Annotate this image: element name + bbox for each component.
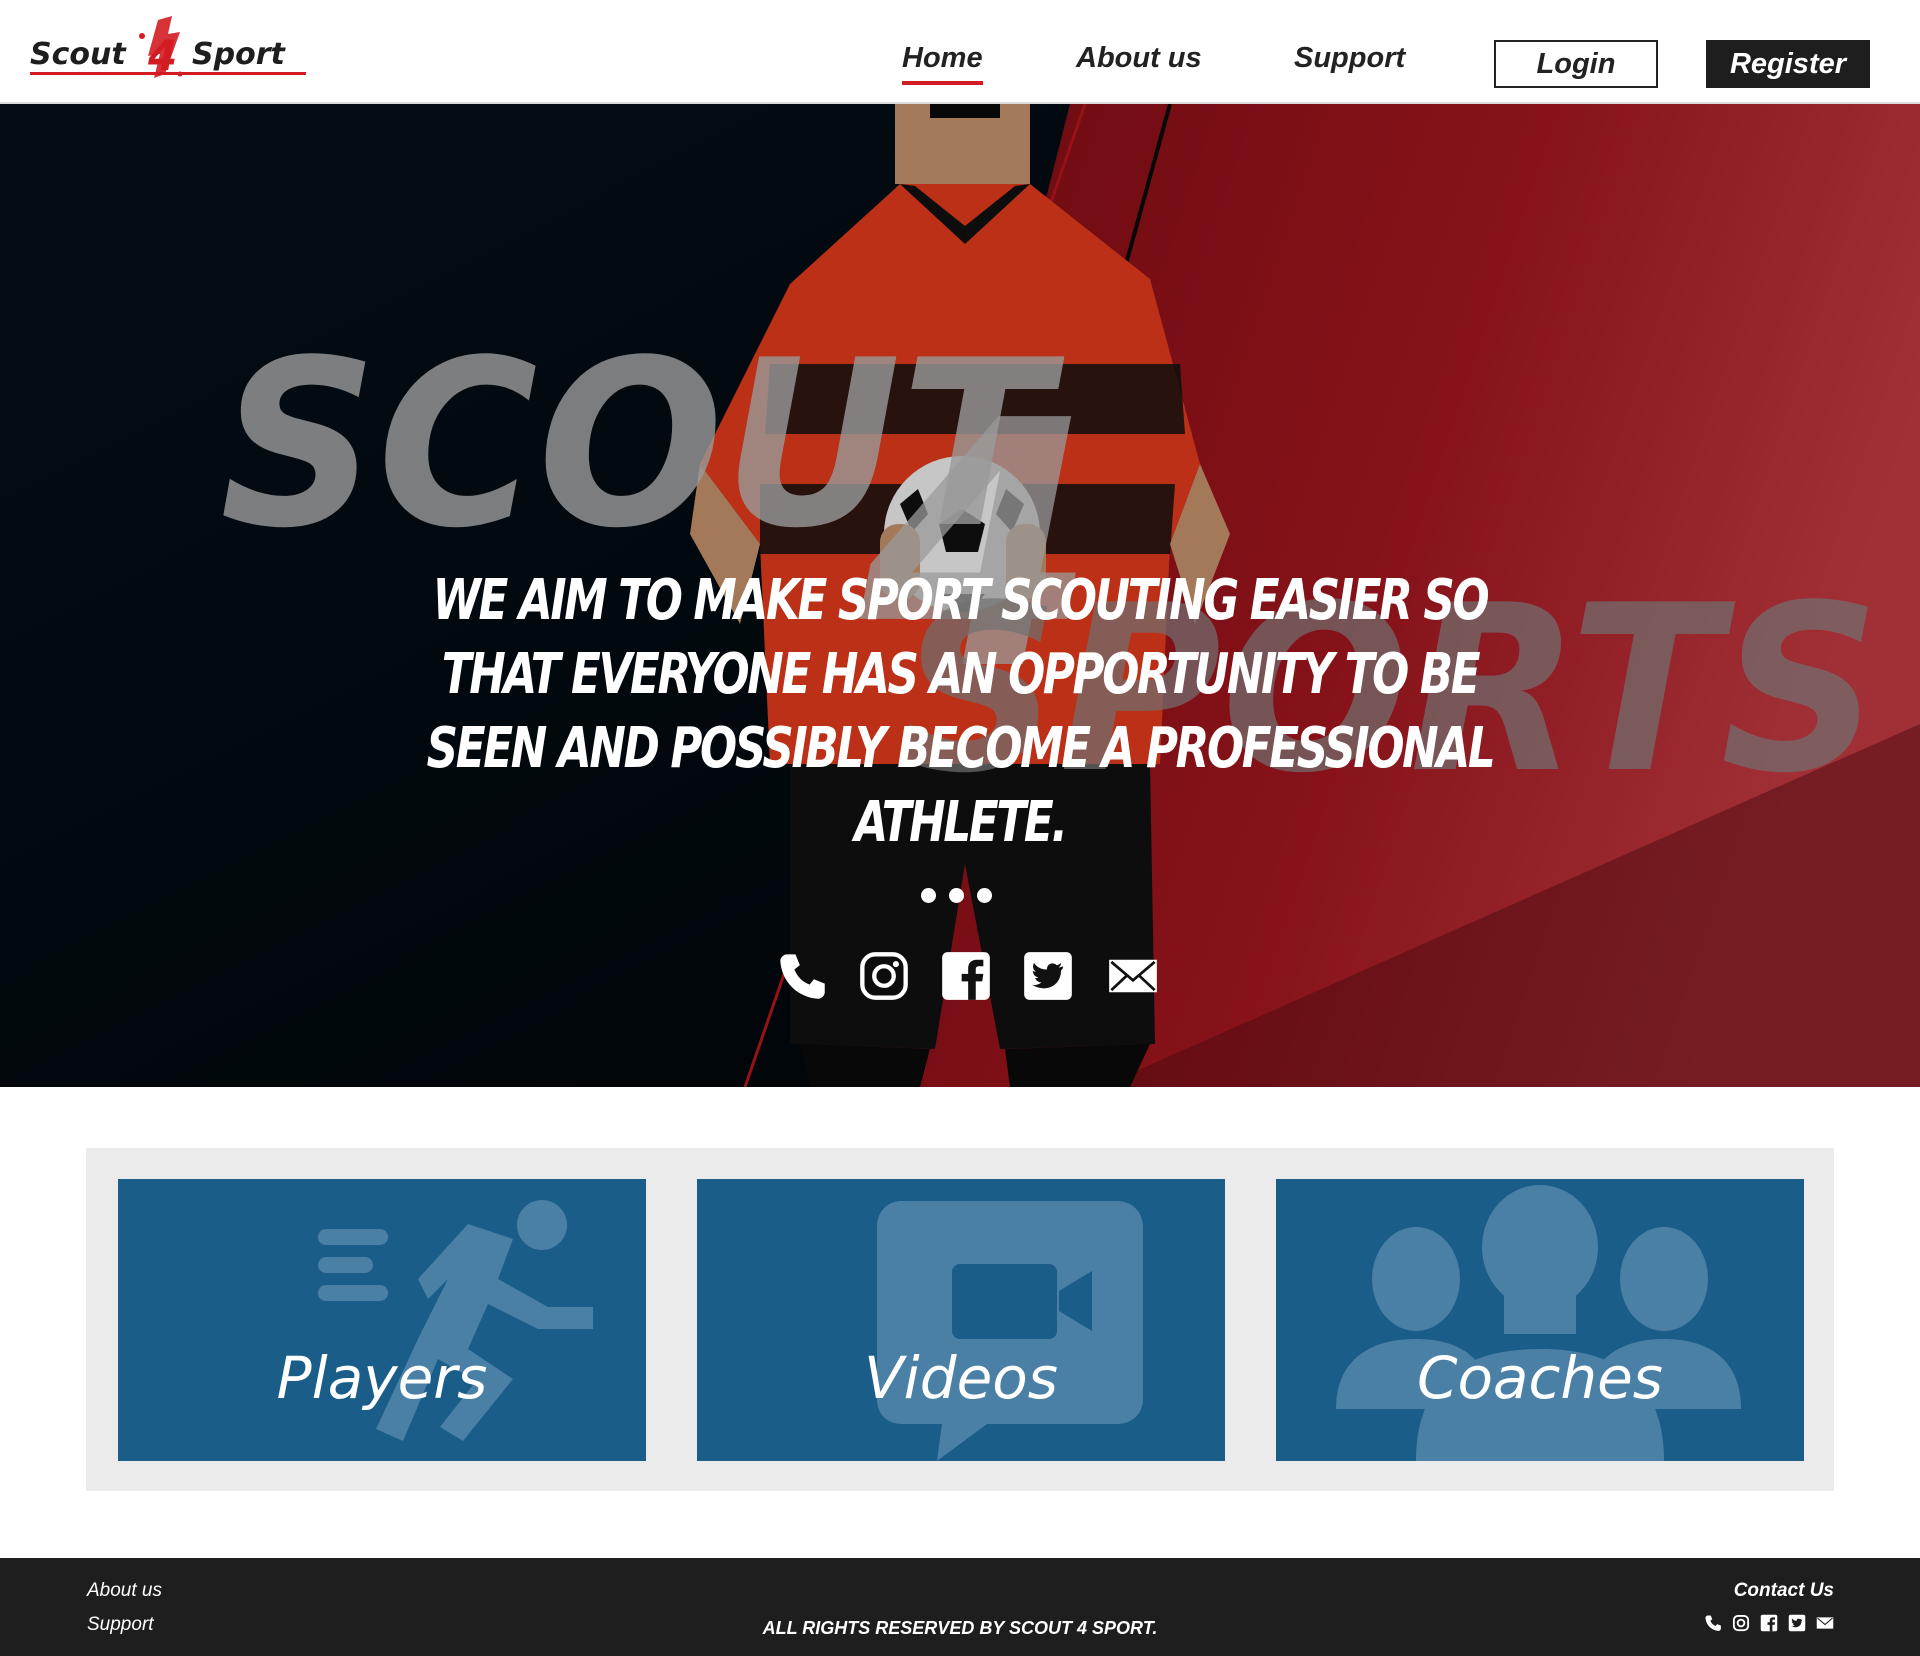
twitter-icon[interactable] <box>1788 1614 1806 1632</box>
login-button[interactable]: Login <box>1494 40 1658 88</box>
carousel-dot-1[interactable] <box>921 888 936 903</box>
nav-support[interactable]: Support <box>1294 42 1405 75</box>
facebook-icon[interactable] <box>940 950 992 1002</box>
coaches-card[interactable]: Coaches <box>1276 1179 1804 1461</box>
group-people-icon <box>1336 1185 1741 1461</box>
running-person-icon <box>318 1200 593 1441</box>
mail-icon[interactable] <box>1816 1614 1834 1632</box>
nav-home[interactable]: Home <box>902 42 983 85</box>
phone-icon[interactable] <box>776 950 828 1002</box>
site-header: Scout 4 Sport Home About us Support Logi… <box>0 0 1920 104</box>
copyright-text: ALL RIGHTS RESERVED BY SCOUT 4 SPORT. <box>762 1618 1158 1638</box>
mail-icon[interactable] <box>1104 950 1162 1002</box>
hero-tagline: We aim to make sport scouting easier so … <box>426 568 1496 855</box>
site-logo[interactable]: Scout 4 Sport <box>30 14 310 90</box>
footer-social-icons <box>1704 1614 1834 1632</box>
logo-text-left: Scout <box>30 37 127 72</box>
twitter-icon[interactable] <box>1022 950 1074 1002</box>
players-card-label: Players <box>276 1344 488 1412</box>
videos-card[interactable]: Videos <box>697 1179 1225 1461</box>
hero-banner: SCOUT 4 SPORTS We aim to make sport scou… <box>0 104 1920 1087</box>
contact-us-title: Contact Us <box>1733 1580 1834 1601</box>
videos-card-label: Videos <box>864 1344 1058 1412</box>
nav-about[interactable]: About us <box>1076 42 1202 75</box>
hero-social-icons <box>776 950 1162 1002</box>
video-chat-icon <box>877 1201 1143 1461</box>
phone-icon[interactable] <box>1704 1614 1722 1632</box>
site-footer: About us Support ALL RIGHTS RESERVED BY … <box>0 1558 1920 1656</box>
coaches-card-label: Coaches <box>1416 1344 1664 1412</box>
facebook-icon[interactable] <box>1760 1614 1778 1632</box>
players-card[interactable]: Players <box>118 1179 646 1461</box>
footer-about-link[interactable]: About us <box>87 1580 162 1602</box>
instagram-icon[interactable] <box>858 950 910 1002</box>
register-button[interactable]: Register <box>1706 40 1870 88</box>
logo-text-right: Sport <box>192 37 286 72</box>
carousel-dot-3[interactable] <box>977 888 992 903</box>
instagram-icon[interactable] <box>1732 1614 1750 1632</box>
carousel-dot-2[interactable] <box>949 888 964 903</box>
carousel-dots <box>921 888 992 903</box>
